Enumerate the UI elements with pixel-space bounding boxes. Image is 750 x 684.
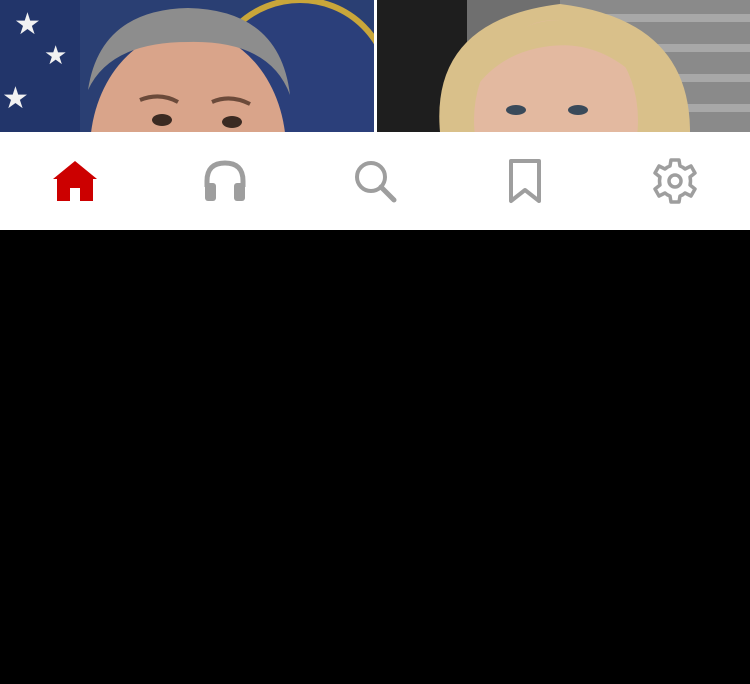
right-photo bbox=[377, 0, 750, 132]
left-photo: ★ ★ ★ bbox=[0, 0, 393, 132]
tab-home[interactable] bbox=[0, 132, 150, 230]
article-photo-strip[interactable]: ★ ★ ★ bbox=[0, 0, 750, 132]
home-icon bbox=[53, 161, 97, 201]
bookmark-icon bbox=[509, 159, 541, 203]
tab-search[interactable] bbox=[300, 132, 450, 230]
headphones-icon bbox=[204, 160, 246, 201]
tab-audio[interactable] bbox=[150, 132, 300, 230]
gear-icon bbox=[653, 158, 697, 204]
empty-content-area bbox=[0, 230, 750, 684]
tab-saved[interactable] bbox=[450, 132, 600, 230]
search-icon bbox=[355, 161, 397, 203]
svg-text:★: ★ bbox=[2, 82, 29, 115]
bottom-tab-bar bbox=[0, 132, 750, 230]
svg-text:★: ★ bbox=[14, 8, 41, 41]
tab-settings[interactable] bbox=[600, 132, 750, 230]
svg-text:★: ★ bbox=[44, 40, 67, 70]
